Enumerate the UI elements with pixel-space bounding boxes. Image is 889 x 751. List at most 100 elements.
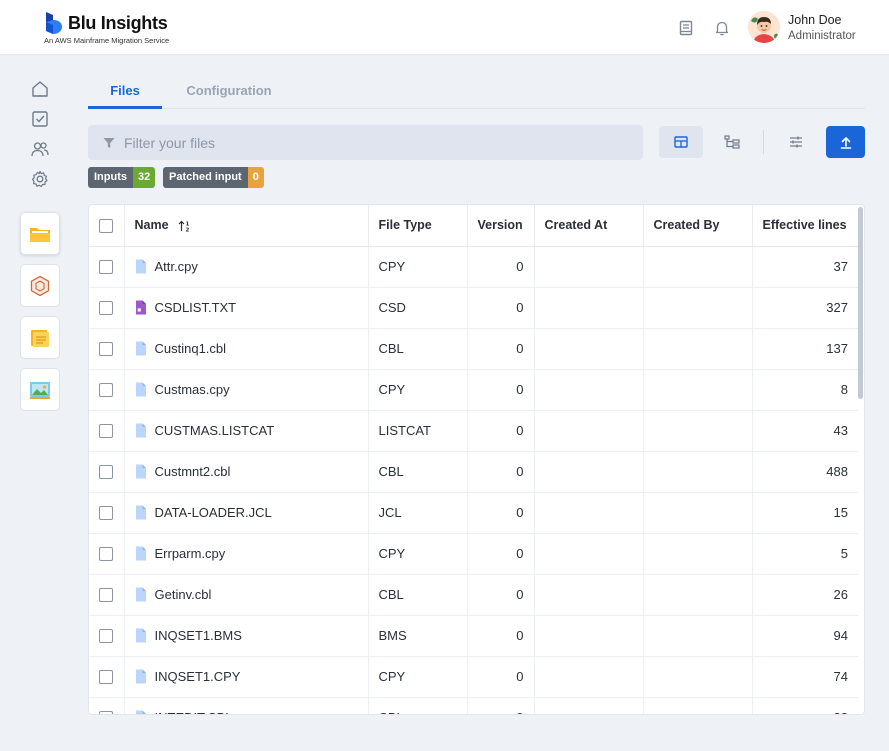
file-name[interactable]: CSDLIST.TXT	[155, 300, 237, 315]
column-header-name[interactable]: Name 1 2	[124, 205, 369, 247]
row-select-cell	[89, 492, 125, 534]
checklist-icon[interactable]	[30, 109, 50, 129]
effective-lines-cell: 94	[752, 615, 858, 657]
column-header-created-at[interactable]: Created At	[534, 205, 644, 247]
effective-lines: 33	[834, 710, 848, 714]
table-row[interactable]: Getinv.cbl CBL 0 26	[89, 574, 858, 616]
row-checkbox[interactable]	[99, 547, 113, 562]
file-name[interactable]: Errparm.cpy	[155, 546, 226, 561]
file-type: LISTCAT	[378, 423, 432, 438]
file-name[interactable]: DATA-LOADER.JCL	[155, 505, 272, 520]
table-row[interactable]: INQSET1.BMS BMS 0 94	[89, 615, 858, 657]
settings-sliders-button[interactable]	[774, 126, 818, 158]
brand-logo[interactable]: Blu Insights An AWS Mainframe Migration …	[44, 11, 174, 47]
inputs-badge: Inputs 32	[88, 167, 156, 188]
row-checkbox[interactable]	[99, 342, 113, 357]
sticky-notes-icon	[31, 329, 49, 347]
badge-label: Inputs	[88, 167, 133, 188]
row-select-cell	[89, 451, 125, 493]
file-icon	[135, 710, 146, 714]
table-row[interactable]: CUSTMAS.LISTCAT LISTCAT 0 43	[89, 410, 858, 452]
svg-text:■: ■	[137, 307, 141, 312]
table-row[interactable]: Custmas.cpy CPY 0 8	[89, 369, 858, 411]
book-icon[interactable]	[677, 19, 695, 37]
home-icon[interactable]	[30, 79, 50, 99]
row-select-cell	[89, 533, 125, 575]
app-tile-dashboard[interactable]	[20, 368, 60, 411]
tab-configuration[interactable]: Configuration	[180, 79, 278, 109]
table-row[interactable]: ■ CSDLIST.TXT CSD 0 327	[89, 287, 858, 329]
filter-input[interactable]	[124, 125, 634, 160]
row-checkbox[interactable]	[99, 711, 113, 714]
row-checkbox[interactable]	[99, 260, 113, 275]
table-row[interactable]: Attr.cpy CPY 0 37	[89, 246, 858, 288]
file-name[interactable]: CUSTMAS.LISTCAT	[155, 423, 275, 438]
file-icon	[135, 587, 146, 602]
file-name[interactable]: Attr.cpy	[155, 259, 198, 274]
sort-ascending-icon[interactable]: 1 2	[178, 220, 192, 232]
file-type: JCL	[378, 505, 402, 520]
app-tile-codebase[interactable]	[20, 212, 60, 255]
file-name[interactable]: Custinq1.cbl	[155, 341, 227, 356]
row-checkbox[interactable]	[99, 629, 113, 644]
version-cell: 0	[467, 369, 535, 411]
row-checkbox[interactable]	[99, 465, 113, 480]
users-icon[interactable]	[30, 139, 50, 159]
row-checkbox[interactable]	[99, 301, 113, 316]
file-type-cell: CSD	[368, 287, 468, 329]
table-row[interactable]: DATA-LOADER.JCL JCL 0 15	[89, 492, 858, 534]
file-name[interactable]: INTEDIT.CBL	[155, 710, 233, 714]
table-row[interactable]: INTEDIT.CBL CBL 0 33	[89, 697, 858, 714]
effective-lines: 5	[840, 546, 848, 561]
filter-bar	[88, 125, 643, 160]
file-name[interactable]: Custmnt2.cbl	[155, 464, 231, 479]
user-menu[interactable]: John Doe Administrator	[748, 11, 888, 45]
file-type: BMS	[378, 628, 407, 643]
table-row[interactable]: Errparm.cpy CPY 0 5	[89, 533, 858, 575]
table-row[interactable]: Custinq1.cbl CBL 0 137	[89, 328, 858, 370]
column-header-version[interactable]: Version	[467, 205, 535, 247]
file-name-cell: Errparm.cpy	[124, 533, 369, 575]
gear-icon[interactable]	[30, 169, 50, 189]
tree-view-button[interactable]	[710, 126, 754, 158]
created-at-cell	[534, 656, 644, 698]
table-scrollbar[interactable]	[858, 207, 863, 399]
effective-lines-cell: 43	[752, 410, 858, 452]
row-checkbox[interactable]	[99, 506, 113, 521]
column-header-effective-lines[interactable]: Effective lines	[752, 205, 858, 247]
file-name[interactable]: INQSET1.BMS	[155, 628, 242, 643]
row-select-cell	[89, 697, 125, 714]
row-select-cell	[89, 574, 125, 616]
table-header-row: Name 1 2 File Type Version Created At Cr…	[89, 205, 858, 247]
row-checkbox[interactable]	[99, 383, 113, 398]
table-row[interactable]: INQSET1.CPY CPY 0 74	[89, 656, 858, 698]
table-view-button[interactable]	[659, 126, 703, 158]
column-header-file-type[interactable]: File Type	[368, 205, 468, 247]
row-checkbox[interactable]	[99, 670, 113, 685]
version: 0	[516, 505, 524, 520]
file-name[interactable]: Custmas.cpy	[155, 382, 230, 397]
effective-lines-cell: 74	[752, 656, 858, 698]
created-by-cell	[643, 328, 753, 370]
app-tile-transformation[interactable]	[20, 264, 60, 307]
file-name[interactable]: INQSET1.CPY	[155, 669, 241, 684]
row-checkbox[interactable]	[99, 588, 113, 603]
table-row[interactable]: Custmnt2.cbl CBL 0 488	[89, 451, 858, 493]
avatar	[748, 11, 780, 43]
effective-lines-cell: 5	[752, 533, 858, 575]
row-checkbox[interactable]	[99, 424, 113, 439]
version-cell: 0	[467, 697, 535, 714]
tab-files[interactable]: Files	[88, 79, 162, 109]
effective-lines: 8	[840, 382, 848, 397]
file-name[interactable]: Getinv.cbl	[155, 587, 212, 602]
file-type: CBL	[378, 341, 404, 356]
file-type: CPY	[378, 382, 406, 397]
version: 0	[516, 587, 524, 602]
column-header-created-by[interactable]: Created By	[643, 205, 753, 247]
csd-file-icon: ■	[135, 300, 146, 315]
app-tile-notes[interactable]	[20, 316, 60, 359]
bell-icon[interactable]	[713, 19, 731, 37]
select-all-checkbox[interactable]	[99, 218, 113, 233]
upload-button[interactable]	[826, 126, 865, 158]
patched-input-badge: Patched input 0	[163, 167, 264, 188]
